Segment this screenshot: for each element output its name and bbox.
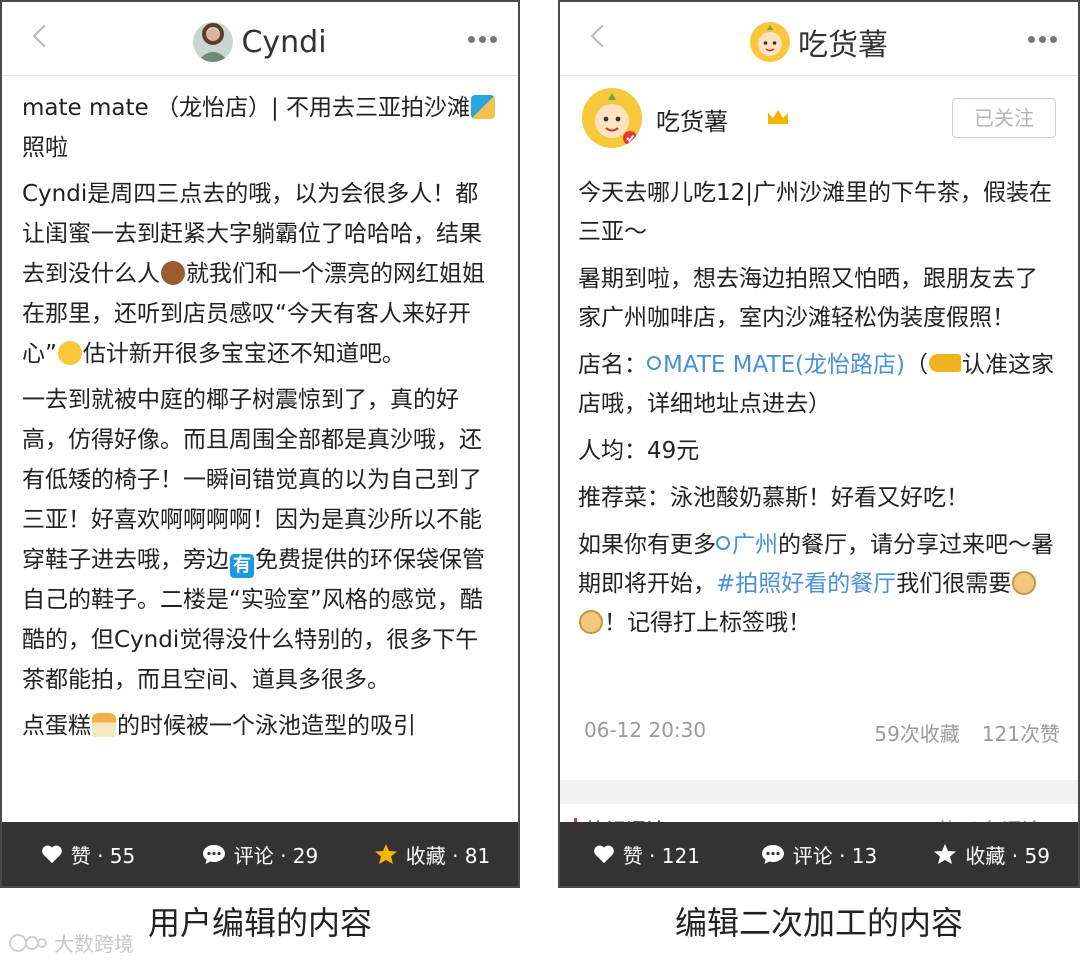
- heart-icon: [41, 845, 62, 864]
- location-pin-icon: [716, 536, 730, 550]
- collect-button[interactable]: 收藏 · 81: [346, 840, 518, 869]
- post-date: 06-12 20:30: [584, 718, 707, 742]
- comment-button[interactable]: 评论 · 29: [174, 840, 346, 869]
- comment-button[interactable]: 评论 · 13: [733, 840, 906, 869]
- paragraph: 一去到就被中庭的椰子树震惊到了，真的好高，仿得好像。而且周围全部都是真沙哦，还有…: [22, 387, 485, 693]
- crown-icon: [768, 110, 788, 124]
- header-title-group: Cyndi: [2, 20, 518, 64]
- star-icon: [934, 844, 957, 864]
- comment-bubble-icon: [202, 845, 225, 864]
- comments-header[interactable]: 笔记评论 共13条评论 ›: [560, 804, 1078, 824]
- you-badge-icon: 有: [230, 554, 254, 578]
- header-title: 吃货薯: [798, 28, 888, 63]
- post-meta: 06-12 20:30 59次收藏 121次赞: [584, 718, 1060, 750]
- avatar[interactable]: [193, 22, 234, 62]
- header-title: Cyndi: [241, 24, 327, 60]
- beach-umbrella-icon: [471, 95, 496, 119]
- post-stats: 59次收藏 121次赞: [874, 718, 1060, 747]
- action-bar: 赞 · 121 评论 · 13 收藏 · 59: [560, 822, 1078, 886]
- pointing-hand-icon: [929, 354, 962, 372]
- like-button[interactable]: 赞 · 55: [2, 840, 174, 869]
- paragraph: 暑期到啦，想去海边拍照又怕晒，跟朋友去了家广州咖啡店，室内沙滩轻松伪装度假照！: [578, 266, 1038, 331]
- author-name[interactable]: 吃货薯: [656, 102, 728, 137]
- author-row: 吃货薯 已关注: [582, 88, 1056, 152]
- post-title: 今天去哪儿吃12|广州沙滩里的下午茶，假装在三亚～: [578, 180, 1053, 245]
- user-post-screen: Cyndi mate mate （龙怡店）| 不用去三亚拍沙滩照啦 Cyndi是…: [0, 0, 520, 888]
- post-title: mate mate （龙怡店）| 不用去三亚拍沙滩照啦: [22, 88, 498, 168]
- watermark: 大数跨境: [8, 928, 134, 957]
- see-no-evil-monkey-icon: [161, 261, 185, 285]
- grinning-face-icon: [57, 341, 82, 365]
- more-icon[interactable]: [1028, 36, 1058, 44]
- post-content: 今天去哪儿吃12|广州沙滩里的下午茶，假装在三亚～ 暑期到啦，想去海边拍照又怕晒…: [578, 174, 1060, 651]
- watermark-logo-icon: [9, 933, 47, 952]
- paragraph: Cyndi是周四三点去的哦，以为会很多人！都让闺蜜一去到赶紧大字躺霸位了哈哈哈，…: [22, 181, 485, 367]
- section-divider: [560, 780, 1078, 804]
- chick-icon: [579, 610, 603, 634]
- avatar[interactable]: [750, 22, 790, 62]
- city-link[interactable]: 广州: [716, 532, 778, 558]
- editor-post-screen: 吃货薯 吃货薯 已关注 今天去哪儿吃12|广州沙滩里的下午茶，假装在三亚～ 暑期…: [558, 0, 1080, 888]
- price-line: 人均：49元: [578, 438, 700, 464]
- share-line: 如果你有更多 广州的餐厅，请分享过来吧～暑期即将开始，#拍照好看的餐厅我们很需要！…: [578, 532, 1054, 636]
- post-content: mate mate （龙怡店）| 不用去三亚拍沙滩照啦 Cyndi是周四三点去的…: [22, 88, 498, 752]
- paragraph: 点蛋糕 的时候被一个泳池造型的吸引: [22, 713, 416, 739]
- top-bar: Cyndi: [2, 2, 518, 76]
- like-button[interactable]: 赞 · 121: [560, 840, 733, 869]
- recommend-line: 推荐菜：泳池酸奶慕斯！好看又好吃！: [578, 485, 969, 511]
- like-count: 121次赞: [981, 722, 1060, 746]
- chick-icon: [1012, 571, 1037, 595]
- cake-icon: [92, 713, 116, 737]
- heart-icon: [593, 845, 614, 864]
- follow-button[interactable]: 已关注: [952, 98, 1056, 138]
- shop-line: 店名： MATE MATE(龙怡路店)（ 认准这家店哦，详细地址点进去）: [578, 352, 1055, 417]
- star-icon: [374, 844, 397, 864]
- top-bar: 吃货薯: [560, 2, 1078, 76]
- action-bar: 赞 · 55 评论 · 29 收藏 · 81: [2, 822, 518, 886]
- hashtag-link[interactable]: #拍照好看的餐厅: [716, 571, 896, 597]
- header-title-group: 吃货薯: [560, 20, 1078, 64]
- right-caption: 编辑二次加工的内容: [674, 904, 963, 942]
- comment-bubble-icon: [761, 845, 784, 864]
- collect-button[interactable]: 收藏 · 59: [905, 840, 1078, 869]
- more-icon[interactable]: [468, 36, 498, 44]
- collect-count: 59次收藏: [874, 722, 960, 746]
- location-pin-icon: [647, 356, 661, 370]
- author-avatar[interactable]: [582, 88, 642, 148]
- shop-link[interactable]: MATE MATE(龙怡路店): [647, 352, 905, 378]
